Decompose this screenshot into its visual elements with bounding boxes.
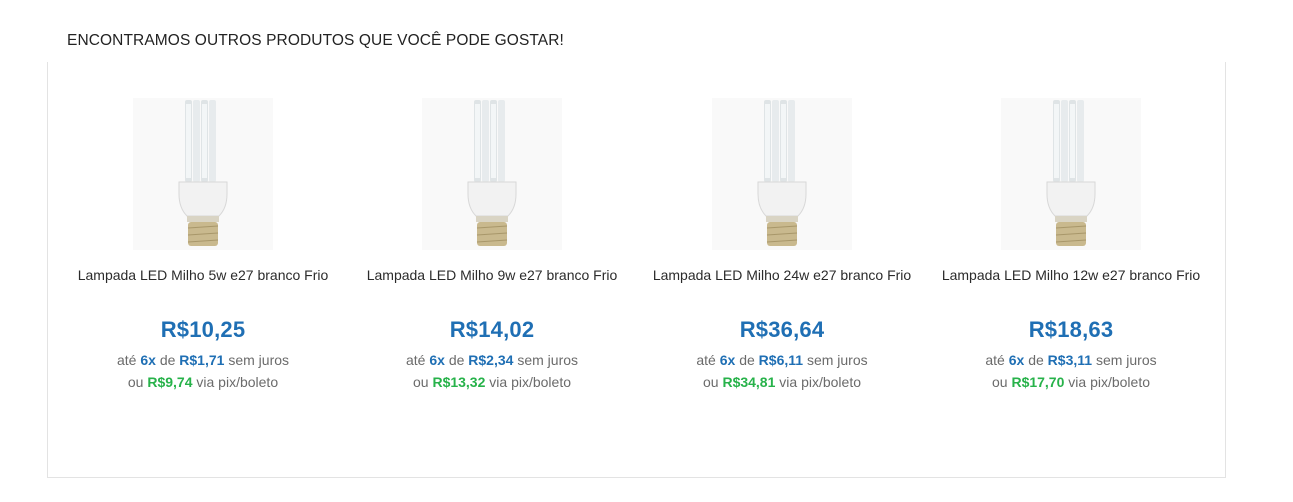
product-card[interactable]: Lampada LED Milho 12w e27 branco Frio R$… — [926, 62, 1216, 393]
pix-price: R$13,32 — [432, 374, 486, 390]
via-pix-label: via pix/boleto — [196, 374, 279, 390]
ou-label: ou — [127, 374, 144, 390]
product-price: R$18,63 — [1028, 317, 1114, 342]
via-pix-label: via pix/boleto — [1068, 374, 1150, 390]
pix-line: ou R$9,74 via pix/boleto — [58, 371, 348, 393]
pix-price: R$34,81 — [722, 374, 776, 390]
installments-line: até 6x de R$6,11 sem juros — [637, 349, 927, 371]
product-name[interactable]: Lampada LED Milho 5w e27 branco Frio — [73, 266, 333, 285]
installments-line: até 6x de R$1,71 sem juros — [58, 349, 348, 371]
ou-label: ou — [412, 374, 429, 390]
de-label: de — [159, 352, 176, 368]
product-name[interactable]: Lampada LED Milho 24w e27 branco Frio — [652, 266, 912, 285]
installments-count: 6x — [1008, 352, 1025, 368]
de-label: de — [1028, 352, 1044, 368]
installments-line: até 6x de R$2,34 sem juros — [347, 349, 637, 371]
led-bulb-icon[interactable] — [422, 98, 562, 250]
pix-line: ou R$34,81 via pix/boleto — [637, 371, 927, 393]
de-label: de — [448, 352, 465, 368]
product-name[interactable]: Lampada LED Milho 12w e27 branco Frio — [941, 266, 1201, 285]
installments-count: 6x — [719, 352, 736, 368]
sem-juros-label: sem juros — [806, 352, 868, 368]
led-bulb-icon[interactable] — [1001, 98, 1141, 250]
section-title: ENCONTRAMOS OUTROS PRODUTOS QUE VOCÊ POD… — [67, 32, 564, 49]
installments-line: até 6x de R$3,11 sem juros — [926, 349, 1216, 371]
ate-label: até — [116, 352, 137, 368]
pix-price: R$17,70 — [1011, 374, 1065, 390]
led-bulb-icon[interactable] — [133, 98, 273, 250]
product-card[interactable]: Lampada LED Milho 5w e27 branco Frio R$1… — [58, 62, 348, 393]
installment-value: R$2,34 — [468, 352, 514, 368]
ou-label: ou — [991, 374, 1008, 390]
via-pix-label: via pix/boleto — [489, 374, 571, 390]
pix-line: ou R$13,32 via pix/boleto — [347, 371, 637, 393]
product-price: R$14,02 — [449, 317, 535, 342]
sem-juros-label: sem juros — [1095, 352, 1157, 368]
installment-value: R$6,11 — [758, 352, 804, 368]
installment-value: R$1,71 — [179, 352, 225, 368]
product-card[interactable]: Lampada LED Milho 24w e27 branco Frio R$… — [637, 62, 927, 393]
ate-label: até — [985, 352, 1005, 368]
led-bulb-icon[interactable] — [712, 98, 852, 250]
product-name[interactable]: Lampada LED Milho 9w e27 branco Frio — [362, 266, 622, 285]
installments-count: 6x — [429, 352, 445, 368]
product-price: R$36,64 — [739, 317, 825, 342]
via-pix-label: via pix/boleto — [779, 374, 861, 390]
product-card[interactable]: Lampada LED Milho 9w e27 branco Frio R$1… — [347, 62, 637, 393]
ate-label: até — [405, 352, 426, 368]
product-price: R$10,25 — [160, 317, 246, 342]
sem-juros-label: sem juros — [228, 352, 290, 368]
de-label: de — [739, 352, 755, 368]
ou-label: ou — [702, 374, 719, 390]
pix-price: R$9,74 — [147, 374, 193, 390]
product-carousel: Lampada LED Milho 5w e27 branco Frio R$1… — [47, 62, 1226, 478]
installment-value: R$3,11 — [1047, 352, 1093, 368]
sem-juros-label: sem juros — [517, 352, 579, 368]
ate-label: até — [696, 352, 716, 368]
pix-line: ou R$17,70 via pix/boleto — [926, 371, 1216, 393]
installments-count: 6x — [140, 352, 156, 368]
